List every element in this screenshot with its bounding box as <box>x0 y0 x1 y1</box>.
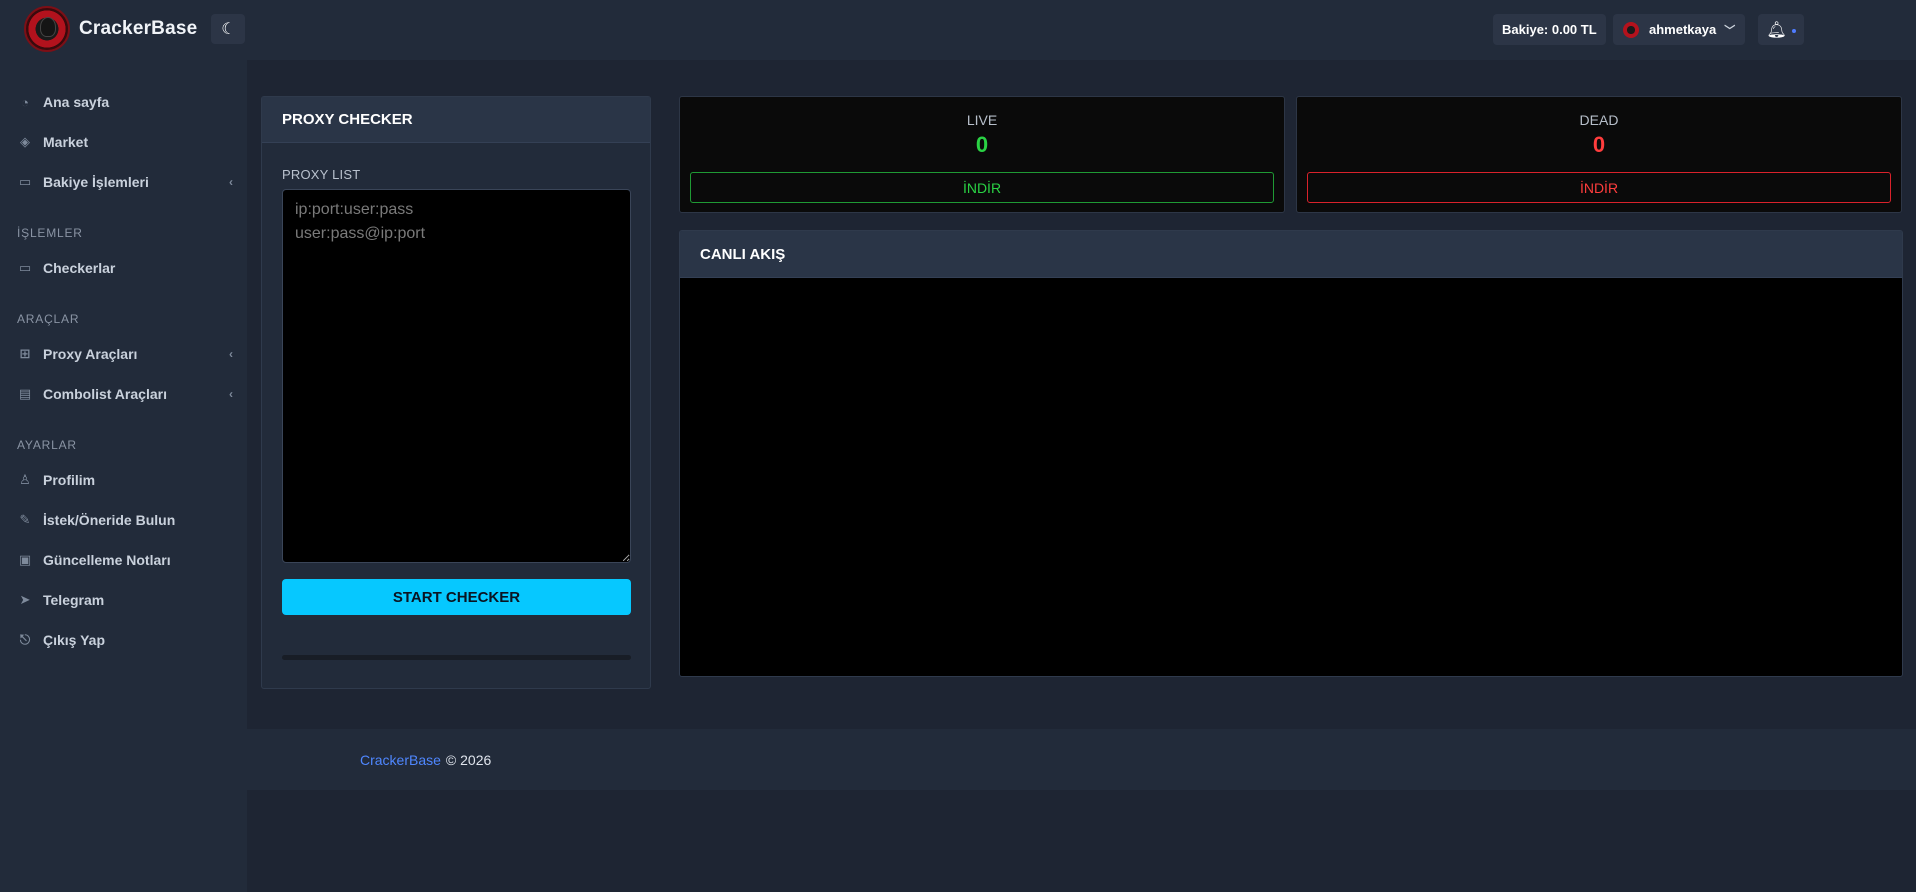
gauge-icon: ◔ <box>21 94 29 110</box>
footer: CrackerBase © 2026 <box>247 729 1916 790</box>
telegram-icon: ➤ <box>19 592 31 607</box>
sidebar-item-checkerlar[interactable]: ▭ Checkerlar <box>0 248 247 288</box>
avatar <box>1623 21 1639 38</box>
live-count: 0 <box>975 132 989 157</box>
card-icon: ▭ <box>18 174 32 189</box>
chevron-down-icon: ﹀ <box>1724 24 1736 37</box>
sidebar-nav: ◔ Ana sayfa ◈ Market ▭ Bakiye İşlemleri … <box>0 58 247 660</box>
sidebar-item-cikis-yap[interactable]: ⎋ Çıkış Yap <box>0 620 247 660</box>
chevron-left-icon: ‹ <box>229 387 233 401</box>
sidebar-item-label: Combolist Araçları <box>43 386 167 402</box>
sidebar-item-guncelleme-notlari[interactable]: ▣ Güncelleme Notları <box>0 540 247 580</box>
layers-icon: ◈ <box>20 134 30 149</box>
live-download-button[interactable]: İNDİR <box>690 172 1274 203</box>
proxy-list-input[interactable] <box>282 189 631 563</box>
sidebar-item-bakiye-islemleri[interactable]: ▭ Bakiye İşlemleri ‹ <box>0 162 247 202</box>
progress-bar <box>282 655 631 660</box>
card-icon: ▭ <box>18 260 32 275</box>
sidebar-item-label: Market <box>43 134 89 150</box>
footer-brand-link[interactable]: CrackerBase <box>360 752 441 768</box>
proxy-checker-card: PROXY CHECKER PROXY LIST START CHECKER <box>261 96 651 689</box>
bell-icon: 🔔︎ <box>1766 21 1787 39</box>
dead-count: 0 <box>1592 132 1606 157</box>
proxy-list-label: PROXY LIST <box>282 167 361 182</box>
sidebar-item-label: Ana sayfa <box>43 94 110 110</box>
nav-section-header: İŞLEMLER <box>17 226 83 240</box>
theme-toggle-button[interactable]: ☾ <box>211 14 246 44</box>
username: ahmetkaya <box>1649 22 1717 37</box>
nav-section-header: ARAÇLAR <box>17 312 80 326</box>
sidebar-item-label: Çıkış Yap <box>43 632 106 648</box>
sidebar: CrackerBase ☾ ◔ Ana sayfa ◈ Market ▭ Bak… <box>0 0 247 892</box>
user-menu-button[interactable]: ahmetkaya ﹀ <box>1613 14 1746 45</box>
sidebar-item-label: Proxy Araçları <box>43 346 138 362</box>
sidebar-item-label: İstek/Öneride Bulun <box>43 512 176 528</box>
progress-text <box>282 637 631 649</box>
sidebar-item-label: Telegram <box>43 592 105 608</box>
dead-stat-card: DEAD 0 İNDİR <box>1296 96 1902 213</box>
sidebar-item-label: Checkerlar <box>43 260 116 276</box>
file-edit-icon: ▤ <box>18 386 32 401</box>
live-feed-console[interactable] <box>680 278 1902 676</box>
skull-logo[interactable] <box>24 6 70 52</box>
live-feed-card: CANLI AKIŞ <box>679 230 1903 677</box>
nav-section-header: AYARLAR <box>17 438 77 452</box>
sidebar-item-label: Bakiye İşlemleri <box>43 174 149 190</box>
brand-name[interactable]: CrackerBase <box>79 18 197 40</box>
sidebar-item-telegram[interactable]: ➤ Telegram <box>0 580 247 620</box>
live-stat-card: LIVE 0 İNDİR <box>679 96 1285 213</box>
sidebar-item-market[interactable]: ◈ Market <box>0 122 247 162</box>
sidebar-item-profilim[interactable]: ♙ Profilim <box>0 460 247 500</box>
sidebar-item-label: Profilim <box>43 472 96 488</box>
sidebar-item-proxy-araclari[interactable]: ⊞ Proxy Araçları ‹ <box>0 334 247 374</box>
live-feed-title: CANLI AKIŞ <box>680 231 1902 278</box>
clipboard-icon: ▣ <box>18 552 32 567</box>
dead-download-button[interactable]: İNDİR <box>1307 172 1891 203</box>
sidebar-item-combolist-araclari[interactable]: ▤ Combolist Araçları ‹ <box>0 374 247 414</box>
start-checker-button[interactable]: START CHECKER <box>282 579 631 615</box>
topbar: Bakiye: 0.00 TL ahmetkaya ﹀ 🔔︎ <box>247 0 1916 60</box>
door-icon: ⎋ <box>19 632 31 647</box>
user-icon: ♙ <box>19 472 31 487</box>
proxy-checker-title: PROXY CHECKER <box>262 97 650 143</box>
balance-badge[interactable]: Bakiye: 0.00 TL <box>1493 14 1606 45</box>
sidebar-item-ana-sayfa[interactable]: ◔ Ana sayfa <box>0 82 247 122</box>
brand: CrackerBase ☾ <box>0 0 247 58</box>
live-title: LIVE <box>966 112 998 128</box>
sidebar-item-label: Güncelleme Notları <box>43 552 171 568</box>
network-icon: ⊞ <box>19 346 31 361</box>
sidebar-item-istek-oneri[interactable]: ✎ İstek/Öneride Bulun <box>0 500 247 540</box>
chevron-left-icon: ‹ <box>229 347 233 361</box>
dead-title: DEAD <box>1579 112 1619 128</box>
notifications-button[interactable]: 🔔︎ <box>1758 14 1804 45</box>
moon-icon: ☾ <box>221 21 236 38</box>
notification-dot <box>1791 29 1796 33</box>
pencil-icon: ✎ <box>19 512 31 527</box>
chevron-left-icon: ‹ <box>229 175 233 189</box>
footer-copyright: © 2026 <box>445 751 492 768</box>
